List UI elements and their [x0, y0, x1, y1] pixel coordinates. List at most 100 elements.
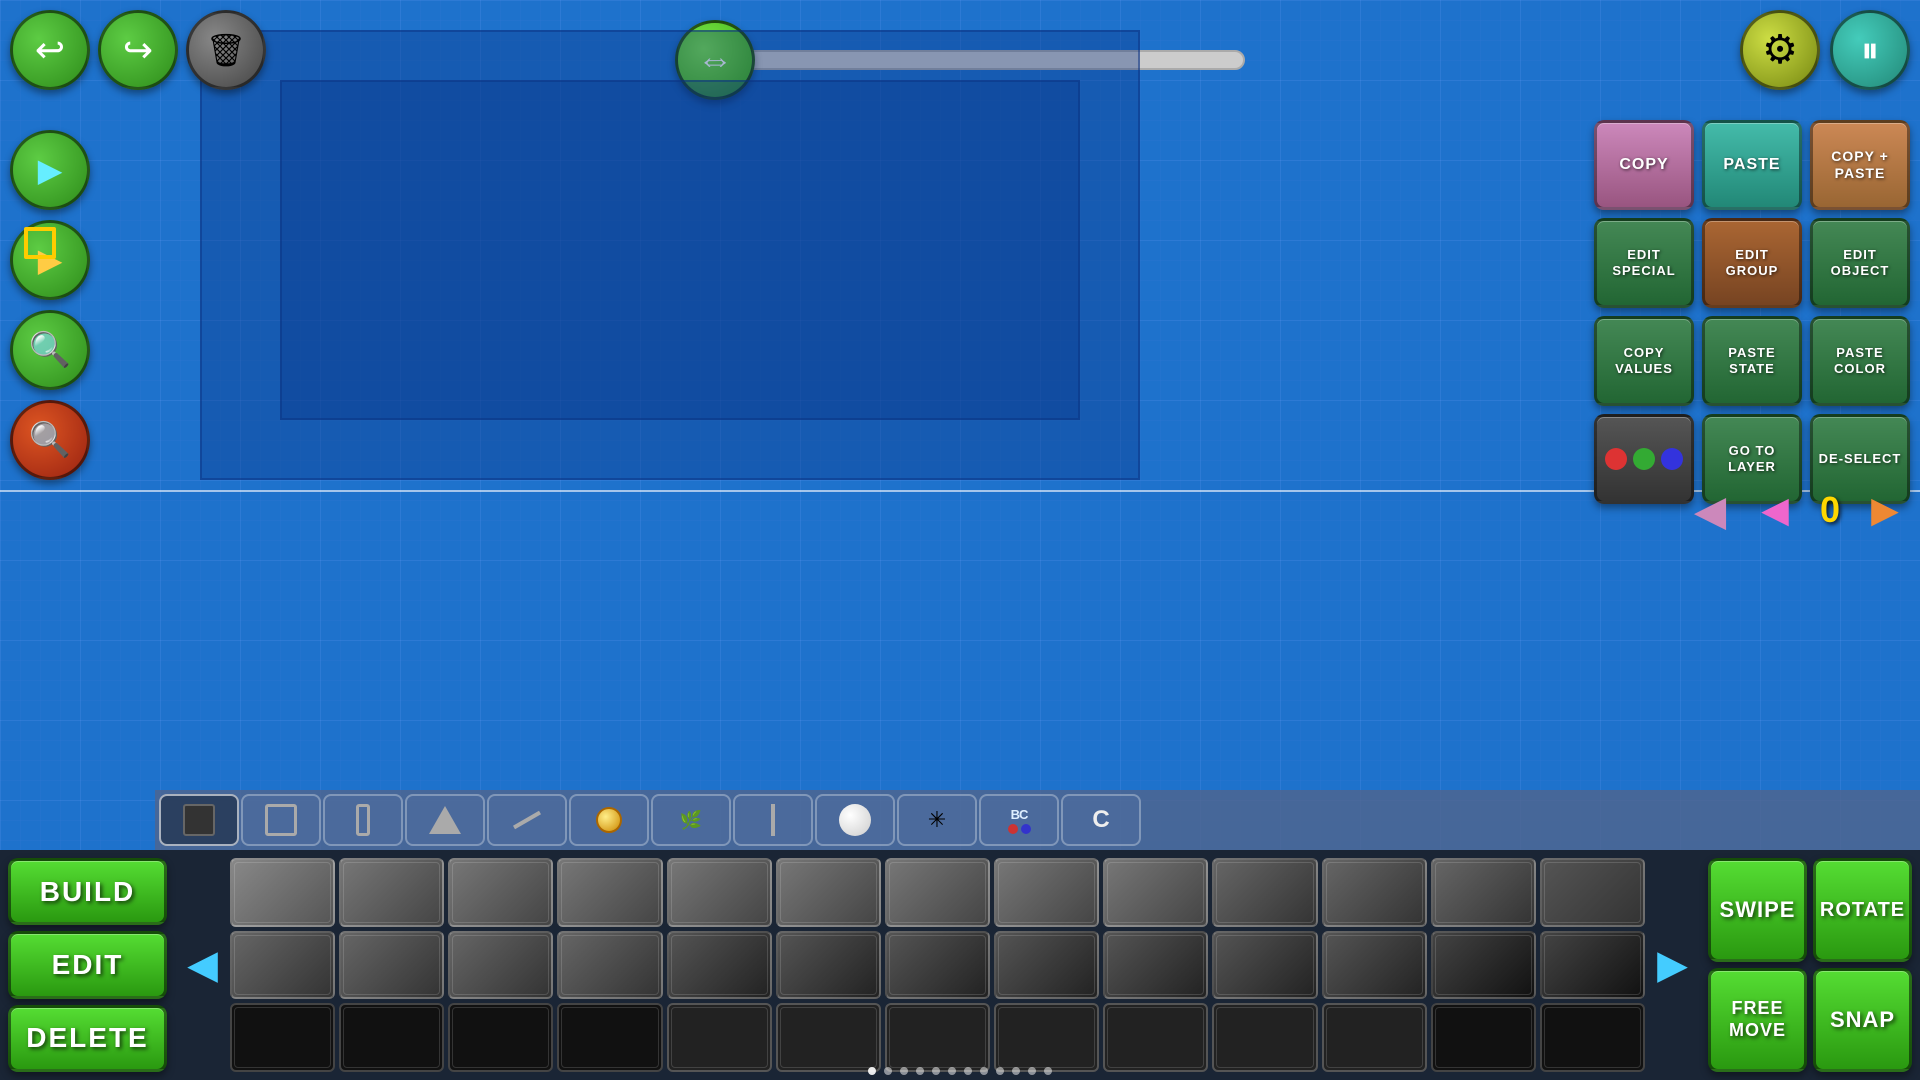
obj-cell-3-8[interactable] [994, 1003, 1099, 1072]
layer-prev-button[interactable]: ◀ [1750, 485, 1800, 535]
obj-prev-button[interactable]: ◀ [175, 938, 230, 993]
obj-cell-1-3[interactable] [448, 858, 553, 927]
obj-cell-3-1[interactable] [230, 1003, 335, 1072]
obj-cell-1-2[interactable] [339, 858, 444, 927]
obj-cell-2-13[interactable] [1540, 931, 1645, 1000]
layer-number: 0 [1810, 489, 1850, 531]
obj-cell-2-5[interactable] [667, 931, 772, 1000]
page-dot-8[interactable] [996, 1067, 1004, 1075]
obj-cell-1-10[interactable] [1212, 858, 1317, 927]
obj-cell-1-13[interactable] [1540, 858, 1645, 927]
paste-button[interactable]: PASTE [1702, 120, 1802, 210]
obj-cell-1-5[interactable] [667, 858, 772, 927]
bc-blue [1021, 824, 1031, 834]
snap-button[interactable]: SNAP [1813, 968, 1912, 1072]
obj-cell-3-5[interactable] [667, 1003, 772, 1072]
obj-cell-2-7[interactable] [885, 931, 990, 1000]
build-button[interactable]: BUILD [8, 858, 167, 925]
obj-cell-2-10[interactable] [1212, 931, 1317, 1000]
paste-state-button[interactable]: PASTE STATE [1702, 316, 1802, 406]
layer-next-button[interactable]: ▶ [1860, 485, 1910, 535]
obj-cell-1-4[interactable] [557, 858, 662, 927]
obj-cell-2-1[interactable] [230, 931, 335, 1000]
obj-cell-3-4[interactable] [557, 1003, 662, 1072]
obj-cell-3-7[interactable] [885, 1003, 990, 1072]
obj-tab-grass[interactable]: 🌿 [651, 794, 731, 846]
obj-tab-circle[interactable] [569, 794, 649, 846]
right-panel: COPY PASTE COPY + PASTE EDIT SPECIAL EDI… [1594, 120, 1910, 504]
obj-cell-3-11[interactable] [1322, 1003, 1427, 1072]
page-dot-6[interactable] [964, 1067, 972, 1075]
obj-cell-1-8[interactable] [994, 858, 1099, 927]
obj-cell-3-9[interactable] [1103, 1003, 1208, 1072]
obj-tab-bc[interactable]: BC [979, 794, 1059, 846]
obj-tab-outline[interactable] [241, 794, 321, 846]
blue-dot [1661, 448, 1683, 470]
canvas-rect-inner [280, 80, 1080, 420]
undo-button[interactable]: ↩ [10, 10, 90, 90]
obj-cell-1-9[interactable] [1103, 858, 1208, 927]
page-dot-4[interactable] [932, 1067, 940, 1075]
obj-cell-3-13[interactable] [1540, 1003, 1645, 1072]
obj-tab-c[interactable]: C [1061, 794, 1141, 846]
copy-paste-button[interactable]: COPY + PASTE [1810, 120, 1910, 210]
obj-cell-1-1[interactable] [230, 858, 335, 927]
edit-object-button[interactable]: EDIT OBJECT [1810, 218, 1910, 308]
obj-next-button[interactable]: ▶ [1645, 938, 1700, 993]
obj-tab-thin[interactable] [323, 794, 403, 846]
obj-tab-solid[interactable] [159, 794, 239, 846]
obj-cell-2-4[interactable] [557, 931, 662, 1000]
obj-cell-1-12[interactable] [1431, 858, 1536, 927]
obj-cell-1-6[interactable] [776, 858, 881, 927]
page-dot-7[interactable] [980, 1067, 988, 1075]
obj-tab-burst[interactable]: ✳ [897, 794, 977, 846]
music-button[interactable]: ▶ [10, 130, 90, 210]
page-dot-9[interactable] [1012, 1067, 1020, 1075]
page-dot-10[interactable] [1028, 1067, 1036, 1075]
trash-icon: 🗑 [206, 31, 247, 69]
layer-prev-big-button[interactable]: ◀ [1680, 480, 1740, 540]
free-move-button[interactable]: FREE MOVE [1708, 968, 1807, 1072]
edit-group-button[interactable]: EDIT GROUP [1702, 218, 1802, 308]
obj-cell-2-6[interactable] [776, 931, 881, 1000]
obj-cell-2-9[interactable] [1103, 931, 1208, 1000]
page-dot-5[interactable] [948, 1067, 956, 1075]
zoom-in-button[interactable]: 🔍 [10, 310, 90, 390]
stop-button[interactable]: ▶ [10, 220, 90, 300]
rotate-button[interactable]: ROTATE [1813, 858, 1912, 962]
delete-button[interactable]: DELETE [8, 1005, 167, 1072]
obj-cell-3-3[interactable] [448, 1003, 553, 1072]
obj-cell-2-12[interactable] [1431, 931, 1536, 1000]
bottom-left-nav: BUILD EDIT DELETE [0, 850, 175, 1080]
copy-values-button[interactable]: COPY VALUES [1594, 316, 1694, 406]
page-dot-11[interactable] [1044, 1067, 1052, 1075]
obj-cell-1-7[interactable] [885, 858, 990, 927]
swipe-button[interactable]: SWIPE [1708, 858, 1807, 962]
obj-cell-3-2[interactable] [339, 1003, 444, 1072]
green-dot [1633, 448, 1655, 470]
obj-cell-3-6[interactable] [776, 1003, 881, 1072]
page-dot-2[interactable] [900, 1067, 908, 1075]
page-dot-3[interactable] [916, 1067, 924, 1075]
obj-cell-2-3[interactable] [448, 931, 553, 1000]
obj-cell-2-8[interactable] [994, 931, 1099, 1000]
page-dot-0[interactable] [868, 1067, 876, 1075]
obj-tab-ramp[interactable] [487, 794, 567, 846]
obj-cell-1-11[interactable] [1322, 858, 1427, 927]
obj-cell-3-12[interactable] [1431, 1003, 1536, 1072]
delete-top-button[interactable]: 🗑 [186, 10, 266, 90]
zoom-out-button[interactable]: 🔍 [10, 400, 90, 480]
obj-tab-slope[interactable] [405, 794, 485, 846]
redo-button[interactable]: ↪ [98, 10, 178, 90]
obj-tab-sphere[interactable] [815, 794, 895, 846]
obj-cell-3-10[interactable] [1212, 1003, 1317, 1072]
color-picker-button[interactable] [1594, 414, 1694, 504]
edit-button[interactable]: EDIT [8, 931, 167, 998]
obj-cell-2-2[interactable] [339, 931, 444, 1000]
obj-tab-pole[interactable] [733, 794, 813, 846]
paste-color-button[interactable]: PASTE COLOR [1810, 316, 1910, 406]
obj-cell-2-11[interactable] [1322, 931, 1427, 1000]
page-dot-1[interactable] [884, 1067, 892, 1075]
copy-button[interactable]: COPY [1594, 120, 1694, 210]
edit-special-button[interactable]: EDIT SPECIAL [1594, 218, 1694, 308]
